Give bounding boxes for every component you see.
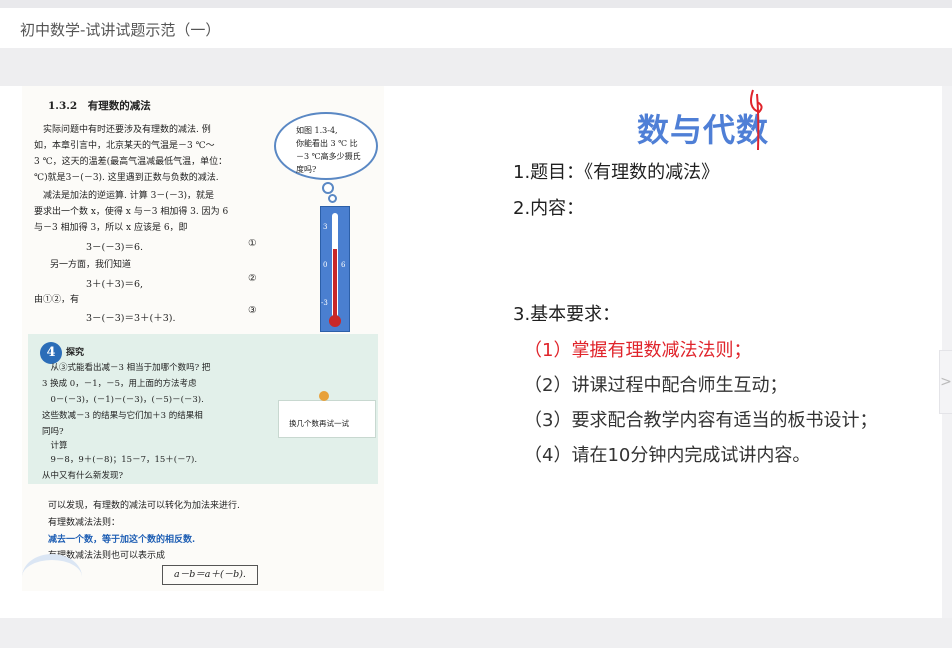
requirement-4: （4）请在10分钟内完成试讲内容。	[524, 445, 811, 466]
textbook-image: 1.3.2 有理数的减法 实际问题中有时还要涉及有理数的减法. 例 如，本章引言…	[22, 86, 384, 591]
explore-title: 探究	[66, 348, 85, 358]
equation-1-number: ①	[248, 238, 257, 249]
explore-line: 从③式能看出减－3 相当于加哪个数吗? 把	[42, 363, 211, 373]
bubble-line: 你能看出 3 ℃ 比	[296, 139, 358, 148]
textbook-line: 要求出一个数 x，使得 x 与－3 相加得 3. 因为 6	[34, 207, 229, 217]
title-bar: 初中数学-试讲试题示范（一）	[0, 8, 952, 48]
textbook-line: 另一方面，我们知道	[50, 260, 132, 270]
requirement-3: （3）要求配合教学内容有适当的板书设计；	[524, 410, 878, 431]
equation-3: 3－(－3)＝3＋(＋3).	[86, 313, 176, 324]
top-strip	[0, 0, 952, 8]
textbook-line: ℃)就是3－(－3). 这里遇到正数与负数的减法.	[34, 173, 219, 183]
page-title: 初中数学-试讲试题示范（一）	[20, 21, 221, 39]
bottom-bar	[0, 618, 952, 648]
red-annotation-mark	[750, 89, 763, 151]
bubble-line: 度吗?	[296, 165, 317, 174]
thermometer-illustration: 3 0 -3 6	[320, 206, 350, 332]
textbook-line: 3 ℃，这天的温差(最高气温减最低气温，单位：	[34, 157, 228, 167]
explore-line: 3 换成 0，－1，－5，用上面的方法考虑	[42, 379, 197, 389]
textbook-section-title: 1.3.2 有理数的减法	[48, 100, 151, 112]
hint-card: 换几个数再试一试	[278, 391, 376, 438]
item-content: 2.内容：	[513, 198, 585, 219]
thought-bubble: 如图 1.3-4, 你能看出 3 ℃ 比 －3 ℃高多少摄氏 度吗?	[274, 112, 378, 180]
bubble-line: －3 ℃高多少摄氏	[296, 152, 361, 161]
equation-1: 3－(－3)＝6.	[86, 242, 144, 253]
textbook-line: 与－3 相加得 3，所以 x 应该是 6，即	[34, 223, 188, 233]
explore-line: 0－(－3)，(－1)－(－3)，(－5)－(－3).	[42, 395, 204, 405]
bubble-tail-dot	[322, 182, 334, 194]
explore-line: 从中又有什么新发现?	[42, 471, 124, 481]
explore-line: 这些数减－3 的结果与它们加＋3 的结果相	[42, 411, 203, 421]
item-requirements: 3.基本要求：	[513, 304, 621, 325]
equation-3-number: ③	[248, 305, 257, 316]
subtraction-rule: 减去一个数，等于加这个数的相反数.	[48, 535, 196, 545]
thermometer-label: -3	[321, 299, 328, 307]
toolbar-spacer	[0, 48, 952, 86]
textbook-line: 如，本章引言中，北京某天的气温是－3 ℃～	[34, 141, 215, 151]
thermometer-label: 6	[341, 261, 346, 269]
bubble-tail-dot	[328, 194, 337, 203]
textbook-line: 可以发现，有理数的减法可以转化为加法来进行.	[48, 501, 240, 511]
decorative-swoosh	[22, 554, 82, 600]
slide-canvas: 1.3.2 有理数的减法 实际问题中有时还要涉及有理数的减法. 例 如，本章引言…	[0, 86, 942, 618]
item-topic: 1.题目：《有理数的减法》	[513, 162, 720, 183]
requirement-2: （2）讲课过程中配合师生互动；	[524, 375, 788, 396]
equation-2: 3＋(＋3)＝6,	[86, 279, 144, 290]
requirement-1: （1）掌握有理数减法法则；	[524, 340, 752, 361]
rule-formula: a－b＝a＋(－b).	[162, 565, 258, 585]
explore-box: 4 探究 从③式能看出减－3 相当于加哪个数吗? 把 3 换成 0，－1，－5，…	[28, 334, 378, 484]
explore-line: 9－8，9＋(－8)；15－7，15＋(－7).	[42, 455, 198, 465]
next-slide-button[interactable]: >	[939, 350, 952, 414]
textbook-line: 减法是加法的逆运算. 计算 3－(－3)，就是	[34, 191, 215, 201]
thermometer-mercury	[333, 249, 337, 321]
bubble-line: 如图 1.3-4,	[296, 126, 338, 135]
thermometer-bulb	[329, 315, 341, 327]
thermometer-label: 3	[323, 223, 328, 231]
equation-2-number: ②	[248, 273, 257, 284]
thermometer-label: 0	[323, 261, 328, 269]
lightbulb-icon	[319, 391, 329, 401]
textbook-line: 有理数减法法则：	[48, 518, 121, 528]
hint-text: 换几个数再试一试	[289, 419, 349, 428]
textbook-line: 实际问题中有时还要涉及有理数的减法. 例	[34, 125, 211, 135]
